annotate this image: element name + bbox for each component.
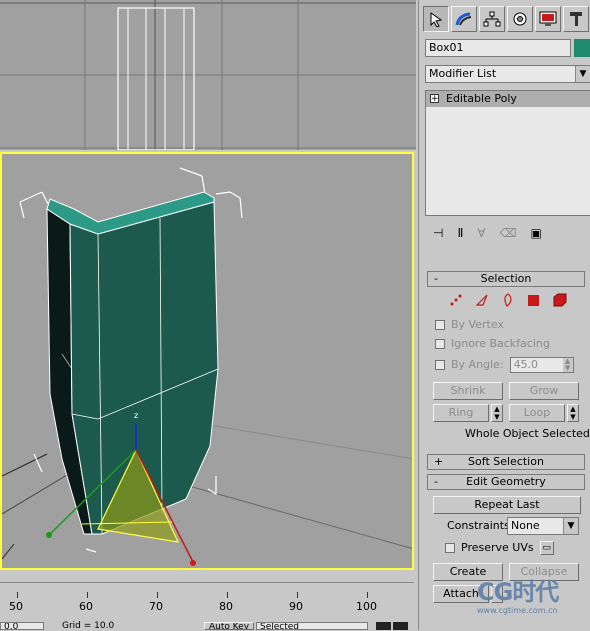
modifier-list-dropdown[interactable]: Modifier List ▼ bbox=[425, 65, 590, 83]
selection-set-dropdown[interactable]: Selected bbox=[256, 622, 368, 630]
motion-tab-icon[interactable] bbox=[507, 6, 533, 32]
repeat-last-button[interactable]: Repeat Last bbox=[433, 496, 581, 514]
by-angle-row: By Angle: 45.0 ▲ ▼ bbox=[435, 357, 574, 373]
object-name-input[interactable]: Box01 bbox=[425, 39, 571, 57]
timeline-tick: 50 bbox=[9, 600, 23, 613]
modify-tab-icon[interactable] bbox=[451, 6, 477, 32]
pin-stack-icon[interactable]: ⊣ bbox=[433, 226, 443, 240]
by-vertex-row: By Vertex bbox=[435, 318, 504, 332]
soft-selection-rollout-header[interactable]: + Soft Selection bbox=[427, 454, 585, 470]
by-angle-checkbox[interactable] bbox=[435, 360, 445, 370]
stack-item-editable-poly[interactable]: + Editable Poly bbox=[426, 91, 590, 107]
configure-sets-icon[interactable]: ▣ bbox=[531, 226, 542, 240]
modifier-stack[interactable]: + Editable Poly bbox=[425, 90, 590, 216]
watermark-url: www.cgtime.com.cn bbox=[477, 606, 558, 615]
preserve-uvs-checkbox[interactable] bbox=[445, 543, 455, 553]
subobject-level-icons bbox=[449, 293, 567, 307]
by-vertex-label: By Vertex bbox=[451, 318, 504, 331]
edit-geometry-title: Edit Geometry bbox=[466, 475, 546, 488]
timeline-tick: 80 bbox=[219, 600, 233, 613]
ignore-backfacing-checkbox[interactable] bbox=[435, 339, 445, 349]
utilities-tab-icon[interactable] bbox=[563, 6, 589, 32]
ignore-backfacing-row: Ignore Backfacing bbox=[435, 337, 550, 351]
spinner-arrows-icon[interactable]: ▲ ▼ bbox=[562, 358, 573, 372]
element-icon[interactable] bbox=[553, 293, 567, 307]
shrink-button[interactable]: Shrink bbox=[433, 382, 503, 400]
expand-sign: + bbox=[434, 455, 444, 468]
stack-toolbar: ⊣ Ⅱ ∀ ⌫ ▣ bbox=[427, 222, 589, 244]
grow-button[interactable]: Grow bbox=[509, 382, 579, 400]
preserve-uvs-row: Preserve UVs ▭ bbox=[445, 541, 554, 555]
selection-status: Whole Object Selected bbox=[465, 427, 590, 440]
remove-modifier-icon[interactable]: ⌫ bbox=[500, 226, 517, 240]
preserve-uvs-settings-icon[interactable]: ▭ bbox=[539, 541, 554, 555]
timeline-track[interactable] bbox=[0, 582, 414, 593]
timeline-bar[interactable]: 50 60 70 80 90 100 0.0 Grid = 10.0 Auto … bbox=[0, 572, 414, 631]
border-icon[interactable] bbox=[501, 293, 515, 307]
top-viewport-canvas bbox=[0, 0, 416, 150]
ring-button[interactable]: Ring bbox=[433, 404, 489, 422]
modifier-list-label: Modifier List bbox=[429, 67, 497, 80]
selection-rollout-header[interactable]: - Selection bbox=[427, 271, 585, 287]
autokey-button[interactable]: Auto Key bbox=[204, 622, 254, 630]
perspective-viewport[interactable]: z bbox=[0, 152, 414, 570]
command-panel-tabs bbox=[423, 6, 589, 34]
soft-selection-title: Soft Selection bbox=[468, 455, 544, 468]
coord-field[interactable]: 0.0 bbox=[0, 622, 44, 630]
expand-icon[interactable]: + bbox=[430, 94, 439, 104]
collapse-sign: - bbox=[434, 475, 438, 488]
gizmo-axis-z: z bbox=[134, 411, 138, 420]
show-end-result-icon[interactable]: Ⅱ bbox=[457, 226, 463, 240]
make-unique-icon[interactable]: ∀ bbox=[477, 226, 485, 240]
constraints-label: Constraints: bbox=[447, 519, 514, 532]
chevron-down-icon[interactable]: ▼ bbox=[575, 66, 590, 82]
collapse-sign: - bbox=[434, 272, 438, 285]
preserve-uvs-label: Preserve UVs bbox=[461, 541, 534, 554]
timeline-tick: 60 bbox=[79, 600, 93, 613]
constraints-dropdown[interactable]: None ▼ bbox=[507, 517, 579, 535]
loop-spinner-icon[interactable]: ▲ ▼ bbox=[567, 404, 579, 422]
stack-item-label: Editable Poly bbox=[446, 92, 517, 105]
display-tab-icon[interactable] bbox=[535, 6, 561, 32]
constraints-value: None bbox=[511, 519, 540, 532]
perspective-viewport-canvas: z bbox=[2, 167, 412, 566]
watermark-text: CG时代 bbox=[477, 578, 559, 606]
command-panel: Box01 Modifier List ▼ + Editable Poly ⊣ … bbox=[418, 0, 590, 630]
hierarchy-tab-icon[interactable] bbox=[479, 6, 505, 32]
chevron-down-icon[interactable]: ▼ bbox=[563, 518, 578, 534]
ring-spinner-icon[interactable]: ▲ ▼ bbox=[491, 404, 503, 422]
edit-geometry-rollout-header[interactable]: - Edit Geometry bbox=[427, 474, 585, 490]
by-angle-spinner[interactable]: 45.0 ▲ ▼ bbox=[509, 357, 574, 373]
by-angle-label: By Angle: bbox=[451, 358, 504, 371]
top-viewport[interactable] bbox=[0, 0, 416, 150]
watermark-logo: CG时代 www.cgtime.com.cn bbox=[477, 578, 590, 628]
goto-start-icon[interactable] bbox=[376, 622, 391, 630]
prev-frame-icon[interactable] bbox=[393, 622, 408, 630]
loop-button[interactable]: Loop bbox=[509, 404, 565, 422]
timeline-tick: 100 bbox=[356, 600, 377, 613]
edge-icon[interactable] bbox=[475, 293, 489, 307]
vertex-icon[interactable] bbox=[449, 293, 463, 307]
object-color-swatch[interactable] bbox=[574, 39, 590, 57]
timeline-tick: 70 bbox=[149, 600, 163, 613]
timeline-tick: 90 bbox=[289, 600, 303, 613]
create-tab-icon[interactable] bbox=[423, 6, 449, 32]
selection-title: Selection bbox=[480, 272, 532, 285]
by-vertex-checkbox[interactable] bbox=[435, 320, 445, 330]
polygon-icon[interactable] bbox=[527, 293, 541, 307]
by-angle-value: 45.0 bbox=[513, 358, 539, 371]
ignore-backfacing-label: Ignore Backfacing bbox=[451, 337, 550, 350]
